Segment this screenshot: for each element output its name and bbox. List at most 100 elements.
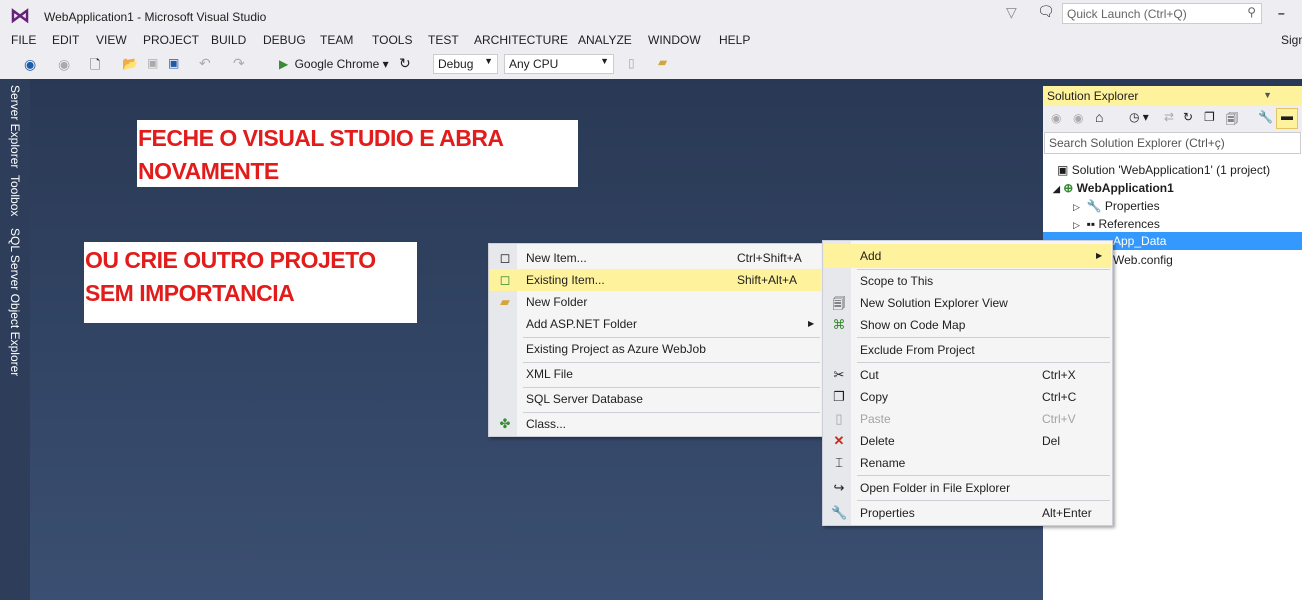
menu-file[interactable]: FILE: [11, 33, 36, 47]
back-icon[interactable]: ◉: [1051, 111, 1061, 125]
undo-icon[interactable]: ↶: [199, 55, 211, 72]
menu-window[interactable]: WINDOW: [648, 33, 701, 47]
expanded-arrow-icon: ◢: [1053, 184, 1060, 194]
save-all-icon[interactable]: ▣: [168, 56, 179, 70]
menu-shortcut: Ctrl+C: [1042, 390, 1077, 404]
refresh-icon[interactable]: ↻: [1183, 110, 1193, 124]
tab-toolbox[interactable]: Toolbox: [8, 175, 22, 216]
menu-xml-file[interactable]: XML File: [490, 363, 821, 385]
preview-selected-icon[interactable]: ▬: [1276, 108, 1298, 129]
tree-web-config[interactable]: Web.config: [1113, 253, 1173, 267]
menu-class[interactable]: ✤ Class...: [490, 413, 821, 435]
tab-sql-server-object-explorer[interactable]: SQL Server Object Explorer: [8, 228, 22, 376]
class-icon: ✤: [499, 416, 511, 431]
menu-label: Cut: [860, 368, 879, 382]
menu-new-item[interactable]: ◻ New Item... Ctrl+Shift+A: [490, 247, 821, 269]
menu-add[interactable]: Add ▶: [824, 244, 1111, 268]
menu-label: Scope to This: [860, 274, 934, 288]
copy-icon: ❐: [833, 389, 845, 404]
scissors-icon: ✂: [833, 367, 845, 382]
collapse-all-icon[interactable]: ❐: [1204, 110, 1215, 124]
menu-new-solution-explorer-view[interactable]: 🗐 New Solution Explorer View: [824, 292, 1111, 314]
forward-icon[interactable]: ◉: [1073, 111, 1083, 125]
menu-show-on-code-map[interactable]: ⌘ Show on Code Map: [824, 314, 1111, 336]
menu-help[interactable]: HELP: [719, 33, 750, 47]
sync-icon[interactable]: ⇄: [1164, 110, 1174, 124]
platform-value: Any CPU: [509, 57, 559, 71]
menu-existing-item[interactable]: ◻ Existing Item... Shift+Alt+A: [490, 269, 821, 291]
menu-tools[interactable]: TOOLS: [372, 33, 412, 47]
show-all-files-icon[interactable]: 🗐: [1226, 110, 1238, 131]
menu-add-aspnet-folder[interactable]: Add ASP.NET Folder ▶: [490, 313, 821, 335]
references-icon: ▪▪: [1086, 217, 1096, 231]
dropdown-icon[interactable]: ▼: [1263, 90, 1272, 100]
menu-label: Exclude From Project: [860, 343, 975, 357]
title-bar: ⋈ WebApplication1 - Microsoft Visual Stu…: [0, 0, 1302, 30]
collapsed-arrow-icon: ▷: [1073, 220, 1080, 230]
menu-architecture[interactable]: ARCHITECTURE: [474, 33, 568, 47]
menu-bar: FILE EDIT VIEW PROJECT BUILD DEBUG TEAM …: [0, 30, 1302, 52]
menu-label: Add: [860, 249, 882, 263]
minimize-button[interactable]: –: [1278, 6, 1285, 20]
menu-open-folder-in-file-explorer[interactable]: ↪ Open Folder in File Explorer: [824, 477, 1111, 499]
menu-cut[interactable]: ✂ Cut Ctrl+X: [824, 364, 1111, 386]
menu-label: New Folder: [526, 295, 588, 309]
tree-project[interactable]: ◢ ⊕ WebApplication1: [1053, 181, 1174, 195]
platform-select[interactable]: Any CPU ▼: [504, 54, 614, 74]
configuration-select[interactable]: Debug ▼: [433, 54, 498, 74]
menu-copy[interactable]: ❐ Copy Ctrl+C: [824, 386, 1111, 408]
tree-references[interactable]: ▷ ▪▪ References: [1073, 217, 1160, 231]
menu-analyze[interactable]: ANALYZE: [578, 33, 632, 47]
menu-rename[interactable]: ⌶ Rename: [824, 452, 1111, 474]
quick-launch-input[interactable]: Quick Launch (Ctrl+Q) ⚲: [1062, 3, 1262, 24]
menu-new-folder[interactable]: ▰ New Folder: [490, 291, 821, 313]
menu-build[interactable]: BUILD: [211, 33, 246, 47]
code-map-icon: ⌘: [832, 317, 846, 332]
menu-label: Existing Project as Azure WebJob: [526, 342, 706, 356]
back-icon[interactable]: ◉: [24, 56, 36, 73]
menu-sql-server-database[interactable]: SQL Server Database: [490, 388, 821, 410]
tree-solution[interactable]: ▣ Solution 'WebApplication1' (1 project): [1057, 163, 1270, 177]
menu-exclude-from-project[interactable]: Exclude From Project: [824, 339, 1111, 361]
menu-paste[interactable]: ▯ Paste Ctrl+V: [824, 408, 1111, 430]
solution-explorer-search[interactable]: Search Solution Explorer (Ctrl+ç): [1044, 132, 1301, 154]
tree-label: App_Data: [1113, 234, 1167, 248]
menu-test[interactable]: TEST: [428, 33, 459, 47]
menu-label: Paste: [860, 412, 891, 426]
tab-server-explorer[interactable]: Server Explorer: [8, 85, 22, 168]
forward-icon[interactable]: ◉: [58, 56, 70, 73]
attach-icon[interactable]: ▯: [628, 56, 635, 70]
home-icon[interactable]: ⌂: [1095, 109, 1103, 125]
context-menu: Add ▶ Scope to This 🗐 New Solution Explore…: [822, 240, 1113, 526]
redo-icon[interactable]: ↷: [233, 55, 245, 72]
menu-label: Class...: [526, 417, 567, 431]
open-file-icon[interactable]: 📂: [122, 56, 138, 72]
window-title: WebApplication1 - Microsoft Visual Studi…: [44, 10, 267, 24]
menu-team[interactable]: TEAM: [320, 33, 353, 47]
find-in-files-icon[interactable]: ▰: [658, 55, 667, 69]
wrench-icon: 🔧: [831, 505, 848, 520]
menu-properties[interactable]: 🔧 Properties Alt+Enter: [824, 502, 1111, 524]
feedback-icon[interactable]: 🗨: [1037, 3, 1055, 20]
menu-existing-project-azure-webjob[interactable]: Existing Project as Azure WebJob: [490, 338, 821, 360]
tree-label: Solution 'WebApplication1' (1 project): [1071, 163, 1271, 177]
pending-changes-icon[interactable]: ◷ ▾: [1129, 110, 1149, 124]
refresh-icon[interactable]: ↻: [399, 55, 411, 72]
menu-edit[interactable]: EDIT: [52, 33, 79, 47]
menu-view[interactable]: VIEW: [96, 33, 127, 47]
new-project-icon[interactable]: 🗋: [90, 56, 100, 78]
toolbar: ◉ ◉ 🗋 📂 ▣ ▣ ↶ ↷ ▶ Google Chrome ▾ ↻ Debu…: [0, 52, 1302, 78]
delete-icon: ✕: [833, 433, 845, 448]
properties-icon[interactable]: 🔧: [1258, 110, 1273, 124]
tree-properties[interactable]: ▷ 🔧 Properties: [1073, 199, 1160, 213]
quick-launch-placeholder: Quick Launch (Ctrl+Q): [1067, 7, 1187, 21]
start-debug-button[interactable]: ▶ Google Chrome ▾: [279, 57, 389, 71]
notification-icon[interactable]: ▽: [1006, 4, 1017, 21]
save-icon[interactable]: ▣: [147, 56, 158, 70]
sign-in-link[interactable]: Sign: [1281, 33, 1302, 47]
menu-scope-to-this[interactable]: Scope to This: [824, 270, 1111, 292]
menu-delete[interactable]: ✕ Delete Del: [824, 430, 1111, 452]
menu-shortcut: Ctrl+X: [1042, 368, 1076, 382]
menu-debug[interactable]: DEBUG: [263, 33, 306, 47]
menu-project[interactable]: PROJECT: [143, 33, 199, 47]
